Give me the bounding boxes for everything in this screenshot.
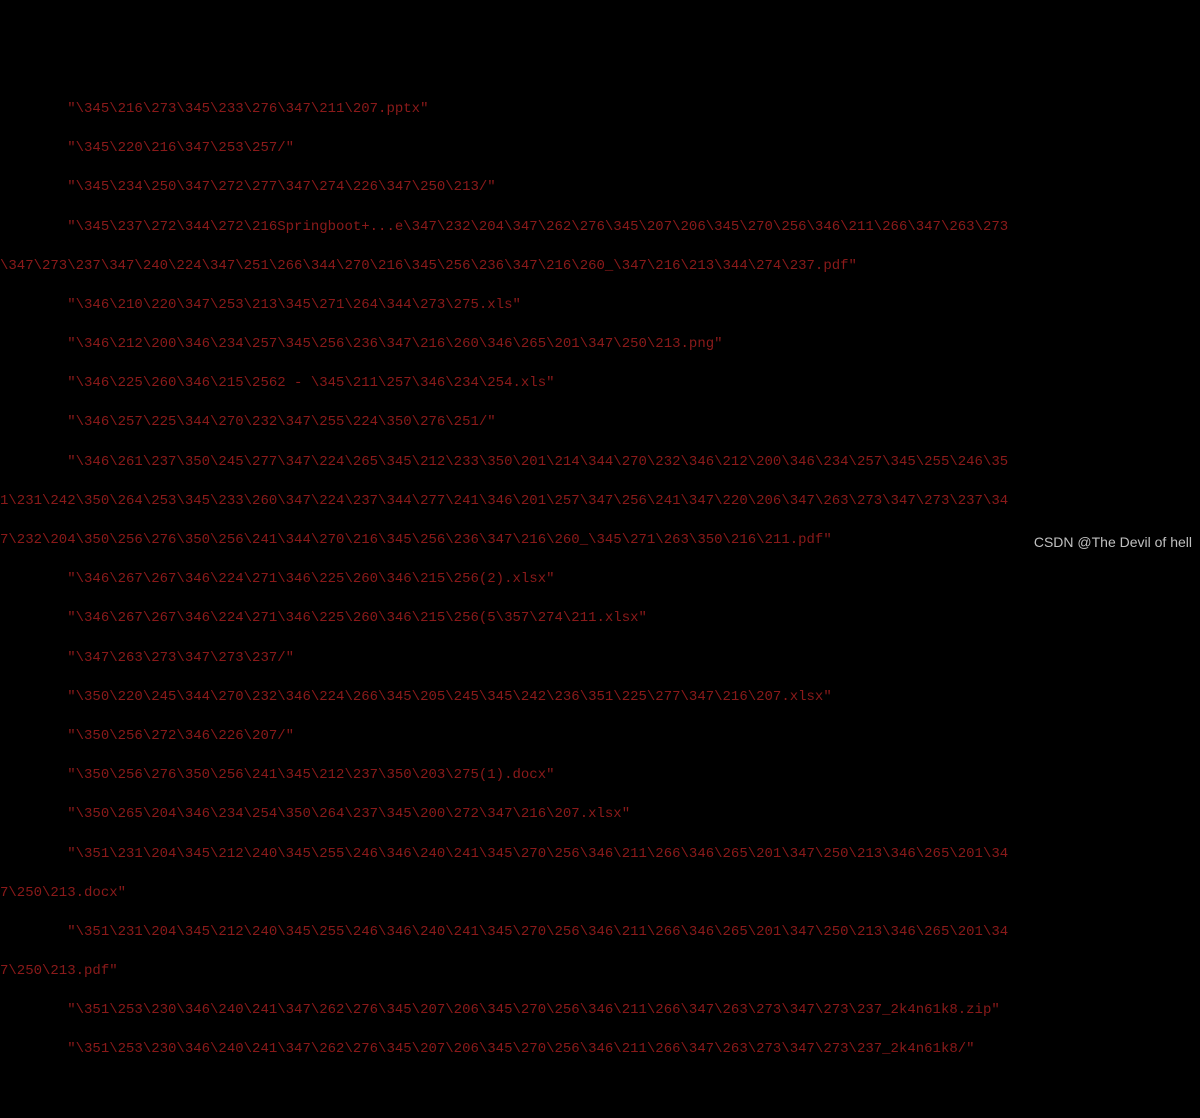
untracked-file: "\346\212\200\346\234\257\345\256\236\34… — [0, 335, 1200, 355]
untracked-file: "\346\210\220\347\253\213\345\271\264\34… — [0, 296, 1200, 316]
untracked-file: "\345\216\273\345\233\276\347\211\207.pp… — [0, 100, 1200, 120]
untracked-file: "\346\267\267\346\224\271\346\225\260\34… — [0, 609, 1200, 629]
untracked-file: "\351\253\230\346\240\241\347\262\276\34… — [0, 1001, 1200, 1021]
untracked-file-wrap: 7\232\204\350\256\276\350\256\241\344\27… — [0, 531, 1200, 551]
blank-line — [0, 1080, 1200, 1100]
untracked-file: "\350\256\276\350\256\241\345\212\237\35… — [0, 766, 1200, 786]
untracked-file-wrap: 1\231\242\350\264\253\345\233\260\347\22… — [0, 492, 1200, 512]
untracked-file: "\346\267\267\346\224\271\346\225\260\34… — [0, 570, 1200, 590]
untracked-file: "\350\256\272\346\226\207/" — [0, 727, 1200, 747]
untracked-file: "\346\257\225\344\270\232\347\255\224\35… — [0, 413, 1200, 433]
untracked-file-wrap: \347\273\237\347\240\224\347\251\266\344… — [0, 257, 1200, 277]
untracked-file: "\346\261\237\350\245\277\347\224\265\34… — [0, 453, 1200, 473]
untracked-file: "\351\231\204\345\212\240\345\255\246\34… — [0, 923, 1200, 943]
untracked-file: "\345\237\272\344\272\216Springboot+...e… — [0, 218, 1200, 238]
untracked-file-wrap: 7\250\213.docx" — [0, 884, 1200, 904]
watermark-text: CSDN @The Devil of hell — [1034, 533, 1192, 553]
untracked-file-wrap: 7\250\213.pdf" — [0, 962, 1200, 982]
untracked-file: "\350\265\204\346\234\254\350\264\237\34… — [0, 805, 1200, 825]
terminal-output: "\345\216\273\345\233\276\347\211\207.pp… — [0, 78, 1200, 1118]
untracked-file: "\345\234\250\347\272\277\347\274\226\34… — [0, 178, 1200, 198]
untracked-file: "\350\220\245\344\270\232\346\224\266\34… — [0, 688, 1200, 708]
untracked-file: "\347\263\273\347\273\237/" — [0, 649, 1200, 669]
untracked-file: "\351\231\204\345\212\240\345\255\246\34… — [0, 845, 1200, 865]
untracked-file: "\345\220\216\347\253\257/" — [0, 139, 1200, 159]
untracked-file: "\351\253\230\346\240\241\347\262\276\34… — [0, 1040, 1200, 1060]
untracked-file: "\346\225\260\346\215\2562 - \345\211\25… — [0, 374, 1200, 394]
